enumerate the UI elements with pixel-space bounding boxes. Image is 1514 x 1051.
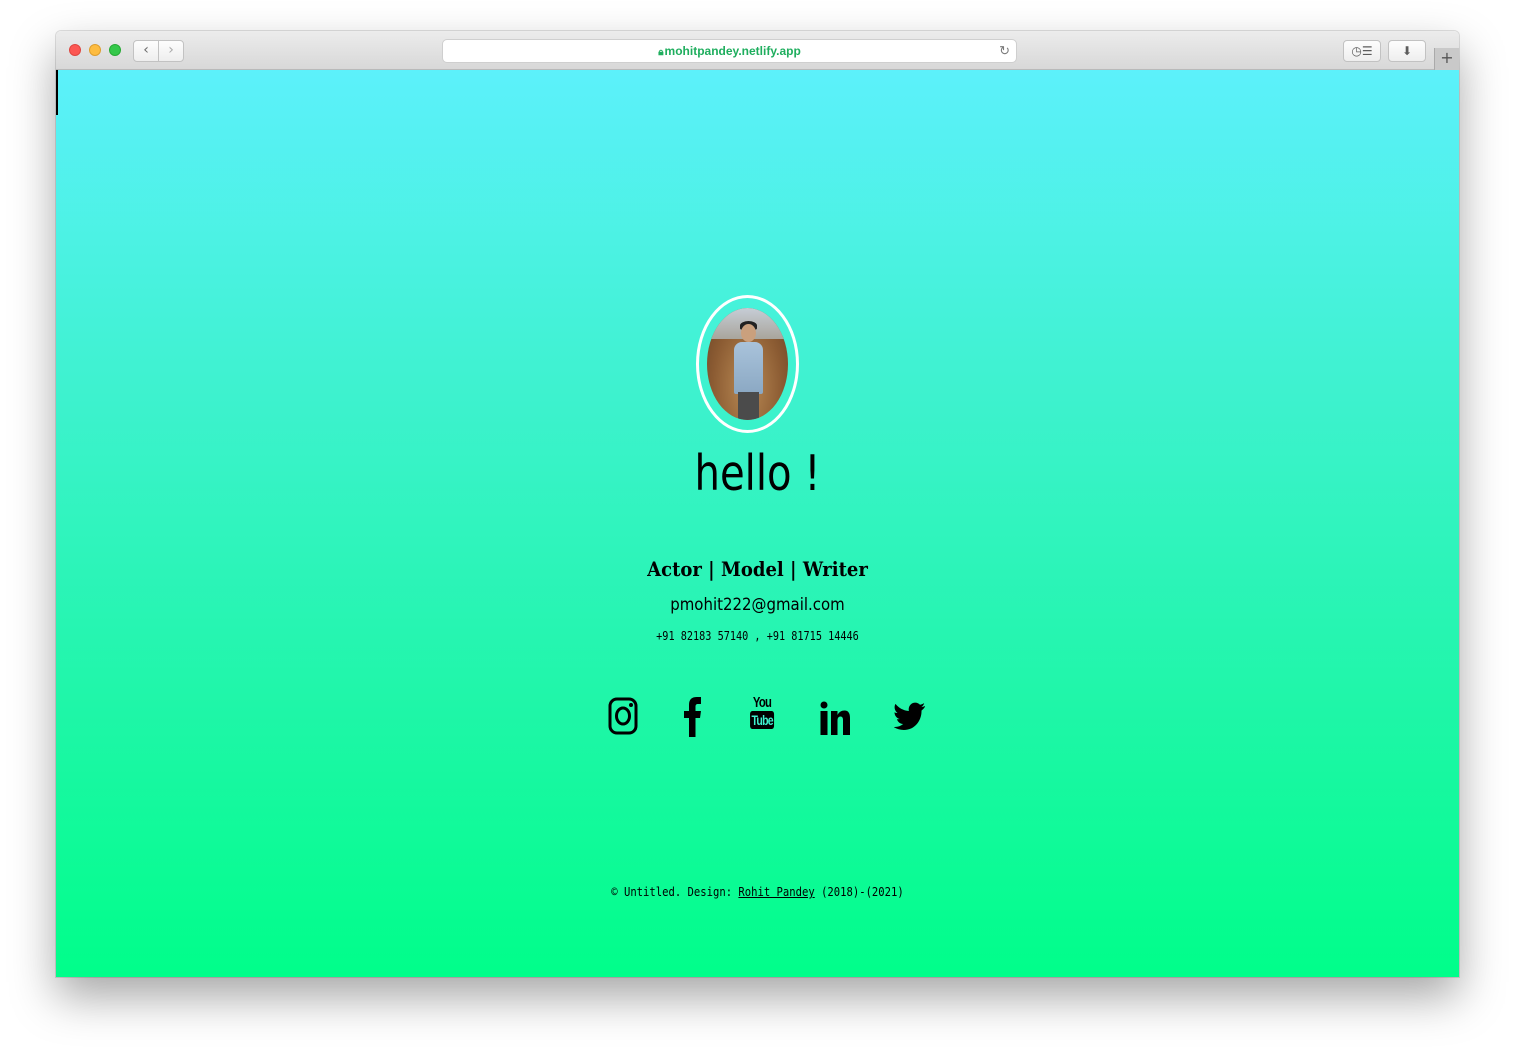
- page-content: hello ! Actor | Model | Writer pmohit222…: [56, 70, 1459, 977]
- maximize-window-button[interactable]: [109, 44, 121, 56]
- chevron-right-icon: ›: [168, 42, 174, 58]
- footer-suffix: (2018)-(2021): [814, 885, 904, 899]
- url-text: mohitpandey.netlify.app: [664, 44, 801, 58]
- email-text: pmohit222@gmail.com: [670, 595, 845, 615]
- lock-icon: 🔒︎: [658, 47, 664, 58]
- facebook-icon: [684, 697, 701, 737]
- instagram-icon: [608, 697, 638, 735]
- twitter-link[interactable]: [894, 696, 926, 740]
- close-window-button[interactable]: [69, 44, 81, 56]
- reload-icon[interactable]: ↻: [999, 40, 1010, 62]
- plus-icon: +: [1440, 48, 1454, 67]
- browser-window: ‹ › 🔒︎mohitpandey.netlify.app ↻ ◷☰ ⬇ + h…: [56, 31, 1459, 977]
- linkedin-icon: [820, 701, 850, 735]
- profile-photo: [707, 308, 788, 420]
- designer-link[interactable]: Rohit Pandey: [738, 885, 814, 899]
- reader-icon: ◷☰: [1351, 44, 1373, 58]
- roles-subtitle: Actor | Model | Writer: [647, 557, 868, 581]
- reader-button[interactable]: ◷☰: [1343, 40, 1381, 62]
- address-bar[interactable]: 🔒︎mohitpandey.netlify.app ↻: [442, 39, 1017, 63]
- back-button[interactable]: ‹: [133, 40, 159, 62]
- text-cursor: [56, 70, 58, 115]
- linkedin-link[interactable]: [819, 696, 851, 740]
- minimize-window-button[interactable]: [89, 44, 101, 56]
- greeting-heading: hello !: [694, 445, 821, 502]
- forward-button[interactable]: ›: [158, 40, 184, 62]
- instagram-link[interactable]: [608, 696, 638, 740]
- twitter-icon: [894, 702, 925, 730]
- browser-toolbar: ‹ › 🔒︎mohitpandey.netlify.app ↻ ◷☰ ⬇ +: [56, 31, 1459, 70]
- download-icon: ⬇: [1401, 44, 1413, 58]
- phone-numbers: +91 82183 57140 , +91 81715 14446: [656, 629, 859, 643]
- downloads-button[interactable]: ⬇: [1388, 40, 1426, 62]
- facebook-link[interactable]: [680, 696, 704, 740]
- footer-credit: © Untitled. Design: Rohit Pandey (2018)-…: [140, 884, 1375, 900]
- youtube-link[interactable]: You Tube: [746, 694, 778, 740]
- chevron-left-icon: ‹: [143, 42, 149, 58]
- new-tab-button[interactable]: +: [1434, 48, 1459, 70]
- avatar: [696, 295, 799, 433]
- youtube-icon: You Tube: [750, 694, 775, 729]
- footer-prefix: © Untitled. Design:: [611, 885, 739, 899]
